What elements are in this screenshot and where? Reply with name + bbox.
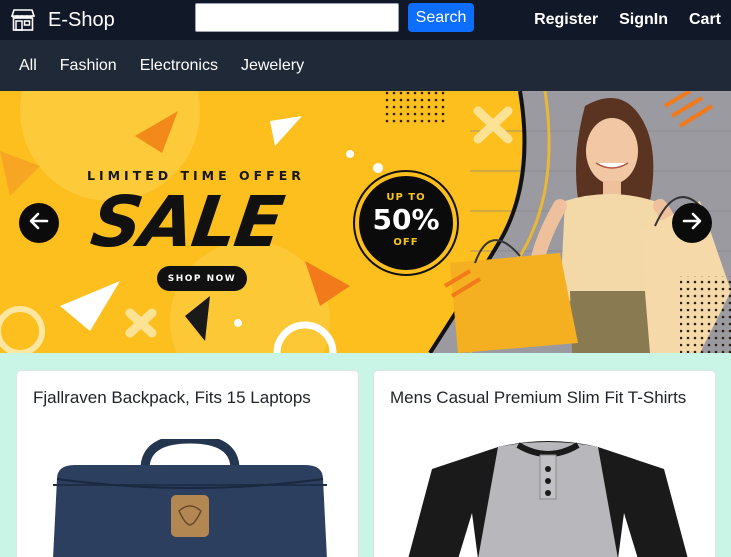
signin-link[interactable]: SignIn <box>619 11 668 29</box>
arrow-left-icon <box>28 210 50 237</box>
discount-badge: UP TO 50% OFF <box>359 176 453 270</box>
category-all[interactable]: All <box>19 57 37 75</box>
product-image-tshirt <box>408 441 688 557</box>
carousel-next-button[interactable] <box>672 203 712 243</box>
shop-icon <box>10 8 36 32</box>
category-bar: All Fashion Electronics Jewelery <box>0 40 731 91</box>
search-button[interactable]: Search <box>408 3 474 32</box>
discount-badge-bottom: OFF <box>393 237 419 248</box>
category-jewelery[interactable]: Jewelery <box>241 57 304 75</box>
cart-link[interactable]: Cart <box>689 11 721 29</box>
brand-name: E-Shop <box>48 8 115 31</box>
carousel-prev-button[interactable] <box>19 203 59 243</box>
product-title: Mens Casual Premium Slim Fit T-Shirts <box>390 388 687 407</box>
register-link[interactable]: Register <box>534 11 598 29</box>
search-input[interactable] <box>195 3 399 32</box>
discount-badge-value: 50% <box>372 203 440 236</box>
banner-sale-title: SALE <box>86 181 287 263</box>
product-image-backpack <box>53 439 327 557</box>
arrow-right-icon <box>681 210 703 237</box>
product-card[interactable]: Fjallraven Backpack, Fits 15 Laptops <box>16 370 359 557</box>
product-title: Fjallraven Backpack, Fits 15 Laptops <box>33 388 311 407</box>
promo-banner-carousel[interactable]: LIMITED TIME OFFER SALE SHOP NOW UP TO 5… <box>0 91 731 353</box>
brand[interactable]: E-Shop <box>10 8 115 32</box>
search-form: Search <box>195 3 474 32</box>
top-navbar: E-Shop Search Register SignIn Cart <box>0 0 731 40</box>
category-fashion[interactable]: Fashion <box>60 57 117 75</box>
account-links: Register SignIn Cart <box>513 0 721 40</box>
discount-badge-top: UP TO <box>386 192 426 203</box>
category-electronics[interactable]: Electronics <box>140 57 218 75</box>
shop-now-button[interactable]: SHOP NOW <box>157 266 247 291</box>
product-card[interactable]: Mens Casual Premium Slim Fit T-Shirts <box>373 370 716 557</box>
